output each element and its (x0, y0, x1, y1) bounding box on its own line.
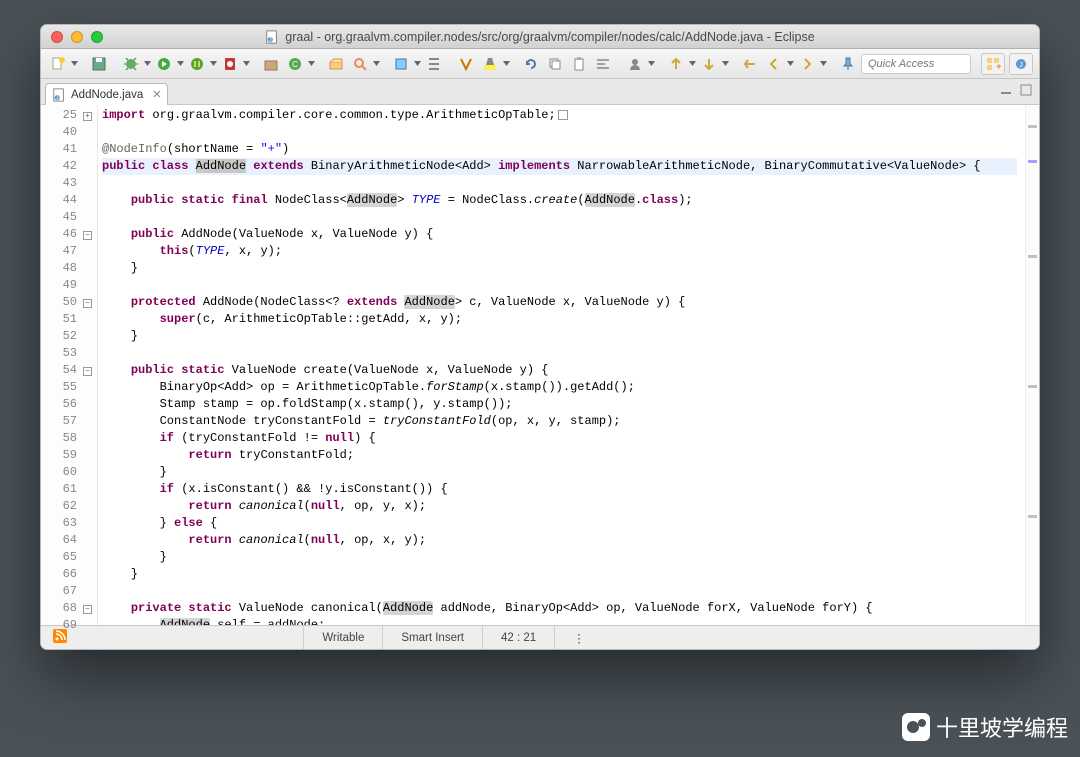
external-tools-dropdown[interactable] (243, 53, 250, 75)
open-type-button[interactable] (325, 53, 347, 75)
editor-tabstrip: J AddNode.java ✕ (41, 79, 1039, 105)
watermark-text: 十里坡学编程 (936, 711, 1068, 743)
back-dropdown[interactable] (787, 53, 794, 75)
gutter: 2540414243444546474849505152535455565758… (41, 105, 98, 625)
next-dropdown[interactable] (722, 53, 729, 75)
status-insert-mode: Smart Insert (382, 626, 482, 649)
tab-close-icon[interactable]: ✕ (152, 88, 161, 101)
new-dropdown[interactable] (71, 53, 78, 75)
code-editor[interactable]: 2540414243444546474849505152535455565758… (41, 105, 1039, 625)
svg-text:J: J (56, 95, 59, 101)
back-button[interactable] (763, 53, 785, 75)
copy-button[interactable] (544, 53, 566, 75)
save-button[interactable] (88, 53, 110, 75)
toggle-mark-button[interactable] (455, 53, 477, 75)
paste-button[interactable] (568, 53, 590, 75)
overview-ruler[interactable] (1025, 105, 1039, 625)
run-dropdown[interactable] (177, 53, 184, 75)
svg-text:J: J (1019, 62, 1023, 69)
status-menu[interactable]: ⋮ (554, 626, 594, 649)
external-tools-button[interactable] (219, 53, 241, 75)
tab-label: AddNode.java (71, 89, 143, 101)
search-dropdown[interactable] (373, 53, 380, 75)
svg-text:J: J (269, 37, 272, 43)
status-writable: Writable (303, 626, 382, 649)
search-button[interactable] (349, 53, 371, 75)
forward-button[interactable] (796, 53, 818, 75)
perspective-switcher: + J (981, 53, 1033, 75)
pin-button[interactable] (837, 53, 859, 75)
run-button[interactable] (153, 53, 175, 75)
prev-dropdown[interactable] (689, 53, 696, 75)
open-task-dropdown[interactable] (414, 53, 421, 75)
eclipse-window: J graal - org.graalvm.compiler.nodes/src… (40, 24, 1040, 650)
wrap-button[interactable] (592, 53, 614, 75)
titlebar: J graal - org.graalvm.compiler.nodes/src… (41, 25, 1039, 49)
main-toolbar: C + J (41, 49, 1039, 79)
window-title: J graal - org.graalvm.compiler.nodes/src… (41, 30, 1039, 44)
java-file-icon: J (265, 30, 279, 44)
window-controls (41, 31, 103, 43)
maximize-view-icon[interactable] (1019, 83, 1033, 97)
tab-controls (999, 83, 1033, 97)
highlight-button[interactable] (479, 53, 501, 75)
last-edit-button[interactable] (739, 53, 761, 75)
new-class-dropdown[interactable] (308, 53, 315, 75)
new-button[interactable] (47, 53, 69, 75)
debug-dropdown[interactable] (144, 53, 151, 75)
prev-annotation-button[interactable] (665, 53, 687, 75)
window-title-text: graal - org.graalvm.compiler.nodes/src/o… (285, 30, 814, 44)
coverage-button[interactable] (186, 53, 208, 75)
java-perspective-button[interactable]: J (1009, 53, 1033, 75)
coverage-dropdown[interactable] (210, 53, 217, 75)
watermark: 十里坡学编程 (902, 711, 1068, 743)
debug-button[interactable] (120, 53, 142, 75)
statusbar: Writable Smart Insert 42 : 21 ⋮ (41, 625, 1039, 649)
marker-column (41, 105, 55, 625)
new-package-button[interactable] (260, 53, 282, 75)
minimize-window-button[interactable] (71, 31, 83, 43)
line-number-column: 2540414243444546474849505152535455565758… (55, 105, 83, 625)
open-task-button[interactable] (390, 53, 412, 75)
editor-tab-addnode[interactable]: J AddNode.java ✕ (45, 83, 168, 105)
user-dropdown[interactable] (648, 53, 655, 75)
java-file-icon: J (52, 88, 66, 102)
close-window-button[interactable] (51, 31, 63, 43)
svg-text:C: C (292, 60, 298, 69)
open-perspective-button[interactable]: + (981, 53, 1005, 75)
status-cursor-position: 42 : 21 (482, 626, 554, 649)
fold-column[interactable]: +−−−− (83, 105, 97, 625)
user-button[interactable] (624, 53, 646, 75)
new-class-button[interactable]: C (284, 53, 306, 75)
highlight-dropdown[interactable] (503, 53, 510, 75)
refresh-button[interactable] (520, 53, 542, 75)
toggle-breadcrumb-button[interactable] (423, 53, 445, 75)
forward-dropdown[interactable] (820, 53, 827, 75)
code-area[interactable]: import org.graalvm.compiler.core.common.… (98, 105, 1025, 625)
wechat-icon (902, 713, 930, 741)
maximize-window-button[interactable] (91, 31, 103, 43)
next-annotation-button[interactable] (698, 53, 720, 75)
minimize-view-icon[interactable] (999, 83, 1013, 97)
svg-text:+: + (996, 62, 1001, 72)
quick-access-input[interactable] (861, 54, 971, 74)
